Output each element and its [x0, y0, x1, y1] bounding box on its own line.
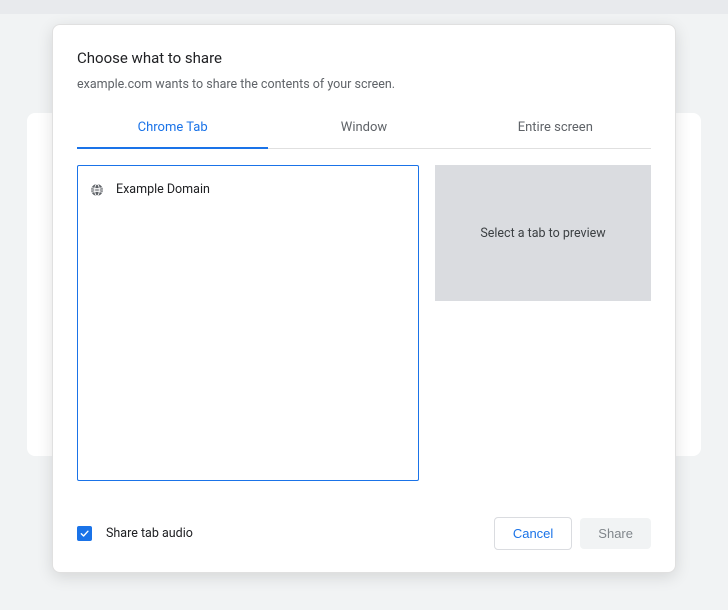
- tab-window[interactable]: Window: [268, 110, 459, 149]
- cancel-button[interactable]: Cancel: [494, 517, 572, 550]
- share-audio-option[interactable]: Share tab audio: [77, 526, 193, 541]
- preview-placeholder: Select a tab to preview: [480, 226, 605, 241]
- check-icon: [79, 528, 90, 539]
- tab-entire-screen[interactable]: Entire screen: [460, 110, 651, 149]
- dialog-title: Choose what to share: [77, 49, 651, 67]
- preview-panel: Select a tab to preview: [435, 165, 651, 301]
- tab-list[interactable]: Example Domain: [77, 165, 419, 481]
- share-tabs: Chrome Tab Window Entire screen: [77, 110, 651, 149]
- chrome-top-bar: [0, 0, 728, 14]
- dialog-footer: Share tab audio Cancel Share: [53, 499, 675, 572]
- tab-chrome-tab[interactable]: Chrome Tab: [77, 110, 268, 149]
- share-dialog: Choose what to share example.com wants t…: [52, 24, 676, 573]
- content-row: Example Domain Select a tab to preview: [77, 149, 651, 499]
- list-item[interactable]: Example Domain: [90, 180, 406, 199]
- share-audio-checkbox[interactable]: [77, 526, 92, 541]
- share-button[interactable]: Share: [580, 518, 651, 549]
- list-item-label: Example Domain: [116, 182, 210, 197]
- globe-icon: [90, 183, 104, 197]
- dialog-subtitle: example.com wants to share the contents …: [77, 77, 651, 92]
- share-audio-label: Share tab audio: [106, 526, 193, 541]
